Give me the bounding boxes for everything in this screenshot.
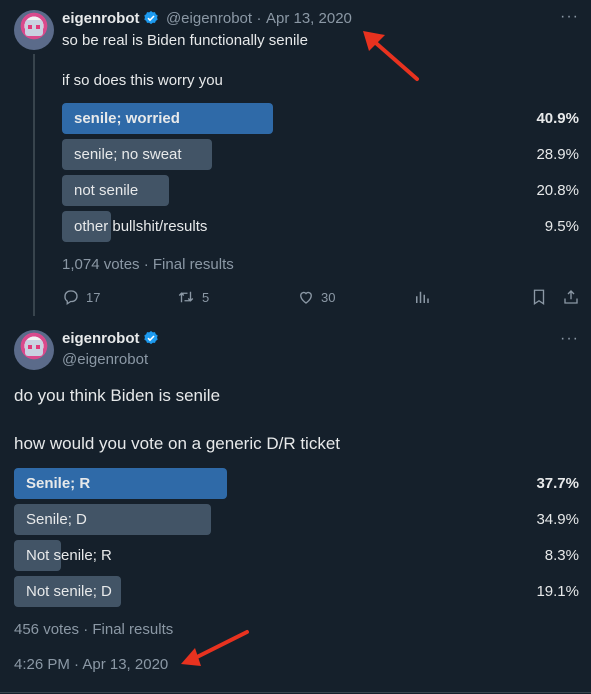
verified-badge-icon	[143, 11, 158, 25]
tweet-text-line1: so be real is Biden functionally senile	[62, 32, 308, 49]
reply-count: 17	[86, 289, 101, 305]
tweet-text-line2: how would you vote on a generic D/R tick…	[14, 434, 341, 453]
poll-option-label: senile; no sweat	[74, 146, 182, 163]
display-name[interactable]: eigenrobot	[62, 330, 140, 347]
avatar[interactable]	[14, 330, 54, 370]
retweet-button[interactable]: 5	[176, 288, 209, 306]
avatar[interactable]	[14, 10, 54, 50]
like-button[interactable]: 30	[297, 288, 335, 306]
more-icon[interactable]: ···	[560, 330, 579, 348]
poll-meta: 1,074 votes · Final results	[62, 256, 234, 273]
poll-option-label: other bullshit/results	[74, 218, 208, 235]
reply-icon	[64, 290, 78, 306]
like-icon	[300, 291, 312, 304]
poll-option-percent: 20.8%	[536, 182, 579, 199]
poll-option-label: Not senile; D	[26, 583, 112, 600]
reply-button[interactable]: 17	[62, 288, 100, 306]
bookmark-icon	[533, 289, 545, 306]
poll-meta: 456 votes · Final results	[14, 621, 174, 638]
bookmark-button[interactable]	[530, 288, 548, 306]
divider	[0, 692, 591, 693]
tweet-timestamp[interactable]: 4:26 PM · Apr 13, 2020	[14, 656, 168, 673]
thread-connector-line	[33, 54, 35, 316]
tweet-text-line2: if so does this worry you	[62, 72, 223, 89]
poll-option-percent: 28.9%	[536, 146, 579, 163]
poll-option-percent: 8.3%	[544, 547, 579, 564]
tweet1-header: eigenrobot @eigenrobot · Apr 13, 2020	[62, 10, 352, 28]
poll-option-label: Senile; R	[26, 475, 91, 492]
poll-option-label: Senile; D	[26, 511, 87, 528]
user-handle[interactable]: @eigenrobot	[166, 10, 252, 27]
analytics-button[interactable]	[413, 288, 431, 306]
share-button[interactable]	[562, 288, 580, 306]
analytics-icon	[416, 291, 429, 303]
arrow-annotation	[363, 31, 419, 81]
user-handle[interactable]: @eigenrobot	[62, 351, 148, 368]
retweet-count: 5	[202, 289, 210, 305]
poll-option-label: Not senile; R	[26, 547, 112, 564]
poll-option-percent: 19.1%	[536, 583, 579, 600]
poll-option-label: not senile	[74, 182, 139, 199]
retweet-icon	[178, 291, 194, 303]
more-icon[interactable]: ···	[560, 8, 579, 26]
display-name[interactable]: eigenrobot	[62, 10, 140, 27]
arrow-annotation	[181, 630, 249, 666]
poll-option-percent: 37.7%	[536, 475, 579, 492]
separator: ·	[256, 10, 262, 27]
poll-option-label: senile; worried	[74, 110, 180, 127]
poll-option-percent: 34.9%	[536, 511, 579, 528]
tweet-text-line1: do you think Biden is senile	[14, 386, 221, 405]
poll-option-percent: 40.9%	[536, 110, 579, 127]
tweet2-display-name-row: eigenrobot	[62, 330, 159, 347]
verified-badge-icon	[143, 331, 158, 345]
share-icon	[564, 290, 578, 304]
tweet-date[interactable]: Apr 13, 2020	[266, 10, 352, 27]
poll-option-percent: 9.5%	[544, 218, 579, 235]
like-count: 30	[321, 289, 336, 305]
